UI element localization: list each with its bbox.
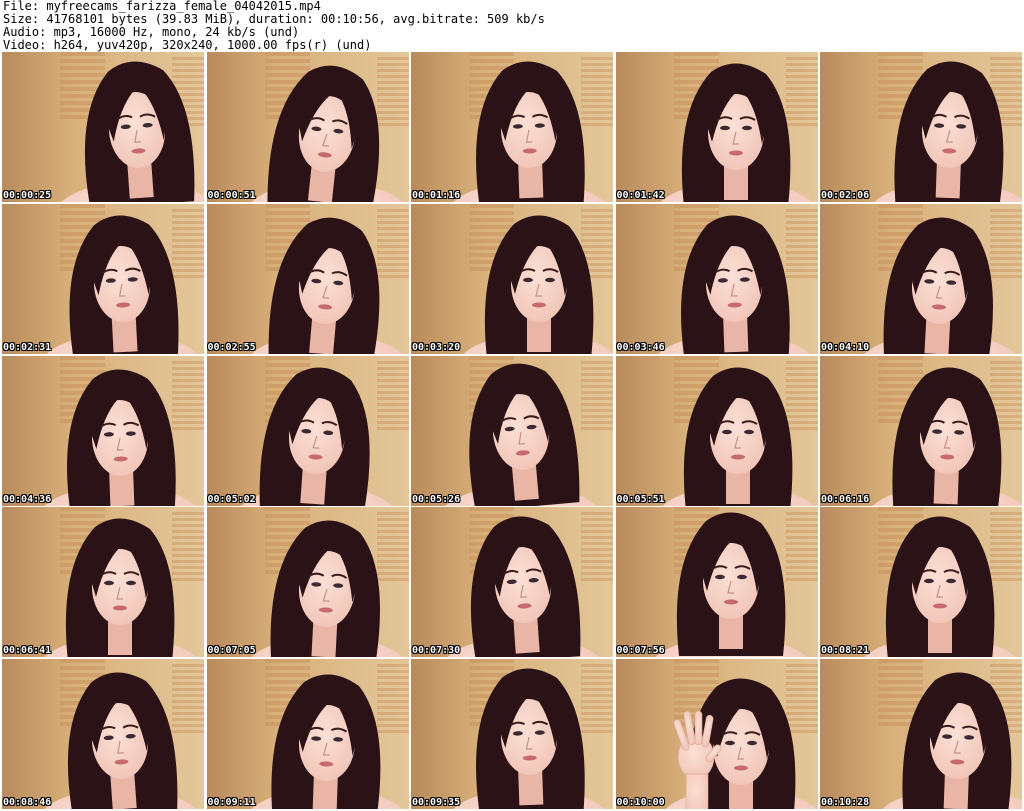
thumbnail-frame: 00:02:31 [2, 203, 204, 354]
frame-image [615, 659, 818, 809]
timestamp-label: 00:07:30 [412, 645, 461, 657]
thumbnail-frame: 00:04:36 [2, 355, 204, 506]
thumbnail-frame: 00:03:20 [411, 203, 613, 354]
frame-image [206, 659, 409, 809]
frame-image [820, 355, 1022, 506]
video-info-line: Video: h264, yuv420p, 320x240, 1000.00 f… [3, 38, 372, 52]
timestamp-label: 00:05:51 [616, 493, 665, 505]
frame-image [206, 507, 409, 658]
thumbnail-frame: 00:04:10 [820, 203, 1022, 354]
timestamp-label: 00:07:05 [207, 645, 256, 657]
timestamp-label: 00:10:00 [616, 797, 665, 808]
thumbnail-frame: 00:08:21 [820, 507, 1022, 658]
thumbnail-frame: 00:09:35 [411, 659, 613, 809]
thumbnail-frame: 00:02:06 [820, 52, 1022, 202]
timestamp-label: 00:09:11 [207, 797, 256, 808]
timestamp-label: 00:05:26 [412, 493, 461, 505]
frame-image [615, 203, 818, 354]
timestamp-label: 00:06:16 [821, 493, 870, 505]
frame-image [411, 203, 613, 354]
frame-image [2, 355, 204, 506]
frame-image [2, 507, 204, 658]
timestamp-label: 00:03:46 [616, 341, 665, 353]
frame-image [411, 507, 613, 658]
timestamp-label: 00:02:06 [821, 190, 870, 201]
thumbnail-frame: 00:05:02 [206, 355, 409, 506]
timestamp-label: 00:05:02 [207, 493, 256, 505]
frame-image [820, 203, 1022, 354]
frame-image [615, 355, 818, 506]
thumbnail-frame: 00:07:05 [206, 507, 409, 658]
thumbnail-frame: 00:00:51 [206, 52, 409, 202]
thumbnail-frame: 00:01:42 [615, 52, 818, 202]
frame-image [411, 52, 613, 202]
frame-image [820, 659, 1022, 809]
timestamp-label: 00:08:21 [821, 645, 870, 657]
frame-image [411, 659, 613, 809]
frame-image [206, 52, 409, 202]
timestamp-label: 00:00:51 [207, 190, 256, 201]
thumbnail-frame: 00:00:25 [2, 52, 204, 202]
thumbnail-frame: 00:03:46 [615, 203, 818, 354]
timestamp-label: 00:04:10 [821, 341, 870, 353]
thumbnail-frame: 00:10:28 [820, 659, 1022, 809]
thumbnail-frame: 00:01:16 [411, 52, 613, 202]
frame-image [2, 52, 204, 202]
thumbnail-frame: 00:06:16 [820, 355, 1022, 506]
timestamp-label: 00:01:42 [616, 190, 665, 201]
timestamp-label: 00:06:41 [3, 645, 52, 657]
thumbnail-frame: 00:08:46 [2, 659, 204, 809]
frame-image [820, 507, 1022, 658]
timestamp-label: 00:07:56 [616, 645, 665, 657]
timestamp-label: 00:08:46 [3, 797, 52, 808]
frame-image [206, 355, 409, 506]
thumbnail-frame: 00:02:55 [206, 203, 409, 354]
frame-image [2, 659, 204, 809]
thumbnail-frame: 00:07:30 [411, 507, 613, 658]
video-info-header: File: myfreecams_farizza_female_04042015… [3, 0, 1021, 52]
thumbnail-frame: 00:05:26 [411, 355, 613, 506]
thumbnail-frame: 00:10:00 [615, 659, 818, 809]
thumbnail-frame: 00:09:11 [206, 659, 409, 809]
thumbnail-frame: 00:07:56 [615, 507, 818, 658]
timestamp-label: 00:09:35 [412, 797, 461, 808]
frame-image [615, 52, 818, 202]
frame-image [411, 355, 613, 506]
frame-image [615, 507, 818, 658]
thumbnail-grid: 00:00:25 00:00:51 00:01:16 00:01:42 00:0… [2, 52, 1022, 809]
thumbnail-frame: 00:05:51 [615, 355, 818, 506]
timestamp-label: 00:02:55 [207, 341, 256, 353]
frame-image [2, 203, 204, 354]
timestamp-label: 00:10:28 [821, 797, 870, 808]
timestamp-label: 00:03:20 [412, 341, 461, 353]
frame-image [206, 203, 409, 354]
frame-image [820, 52, 1022, 202]
timestamp-label: 00:01:16 [412, 190, 461, 201]
timestamp-label: 00:00:25 [3, 190, 52, 201]
timestamp-label: 00:02:31 [3, 341, 52, 353]
thumbnail-frame: 00:06:41 [2, 507, 204, 658]
timestamp-label: 00:04:36 [3, 493, 52, 505]
